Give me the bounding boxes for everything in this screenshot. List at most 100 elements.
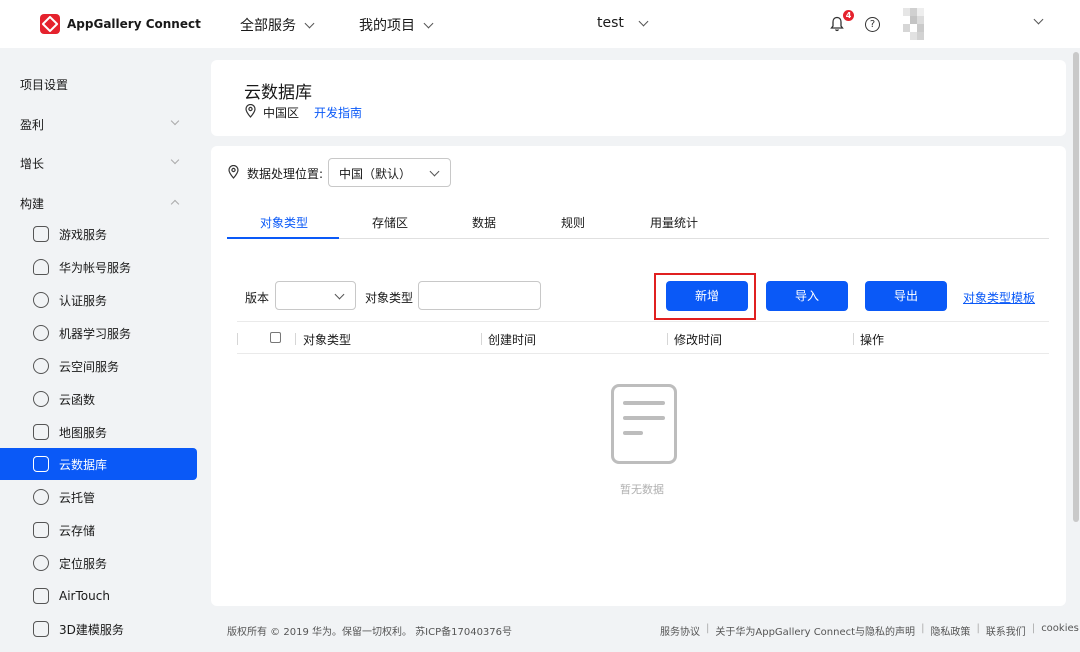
avatar[interactable] — [903, 8, 931, 40]
sidebar-item-label: 云函数 — [59, 392, 96, 407]
chevron-down-icon — [334, 289, 345, 300]
footer-links: 服务协议 | 关于华为AppGallery Connect与隐私的声明 | 隐私… — [660, 623, 1079, 638]
column-separator — [237, 333, 238, 345]
sidebar-group-monetize[interactable]: 盈利 — [20, 116, 44, 133]
sidebar: 项目设置 盈利 增长 构建 游戏服务 华为帐号服务 认证服务 机器学习服务 云空… — [0, 60, 210, 652]
tab-object-types[interactable]: 对象类型 — [260, 214, 308, 231]
column-separator — [667, 333, 668, 345]
tab-data[interactable]: 数据 — [472, 214, 496, 231]
sidebar-item-label: 地图服务 — [59, 425, 108, 440]
notification-badge: 4 — [843, 10, 854, 21]
bell-icon[interactable] — [830, 16, 844, 32]
sidebar-item-label: 3D建模服务 — [59, 622, 124, 637]
brand-name[interactable]: AppGallery Connect — [67, 17, 201, 31]
footer-link-cookies[interactable]: cookies — [1041, 623, 1079, 638]
column-separator — [853, 333, 854, 345]
top-bar: AppGallery Connect 全部服务 我的项目 test 4 ? — [0, 0, 1080, 48]
chevron-down-icon — [429, 166, 440, 177]
select-all-checkbox[interactable] — [270, 332, 281, 343]
help-icon[interactable]: ? — [865, 17, 880, 32]
sidebar-item-huawei-account[interactable]: 华为帐号服务 — [0, 251, 197, 283]
sidebar-item-cloud-space[interactable]: 云空间服务 — [0, 350, 197, 382]
sidebar-item-label: 云空间服务 — [59, 359, 120, 374]
column-created-time[interactable]: 创建时间 — [488, 331, 536, 348]
chevron-down-icon — [170, 116, 180, 126]
footer-link-privacy-statement[interactable]: 关于华为AppGallery Connect与隐私的声明 — [715, 623, 915, 638]
nav-my-projects[interactable]: 我的项目 — [359, 15, 434, 35]
sidebar-item-location-service[interactable]: 定位服务 — [0, 547, 197, 579]
user-icon — [33, 259, 49, 275]
dev-guide-link[interactable]: 开发指南 — [314, 104, 362, 121]
nav-all-services-label: 全部服务 — [240, 18, 296, 34]
sidebar-group-build[interactable]: 构建 — [20, 195, 44, 212]
sidebar-item-3d-modeling[interactable]: 3D建模服务 — [0, 613, 197, 645]
tab-usage-stats[interactable]: 用量统计 — [650, 214, 698, 231]
database-icon — [33, 456, 49, 472]
column-modified-time[interactable]: 修改时间 — [674, 331, 722, 348]
tab-storage-zone[interactable]: 存储区 — [372, 214, 408, 231]
image-icon — [33, 522, 49, 538]
object-type-template-link[interactable]: 对象类型模板 — [963, 289, 1035, 306]
sidebar-project-settings[interactable]: 项目设置 — [20, 76, 68, 93]
column-object-type[interactable]: 对象类型 — [303, 331, 351, 348]
version-label: 版本 — [245, 291, 270, 305]
data-location-value: 中国（默认） — [339, 167, 412, 181]
brain-icon — [33, 325, 49, 341]
sidebar-item-label: 定位服务 — [59, 556, 108, 571]
sidebar-item-game-service[interactable]: 游戏服务 — [0, 218, 197, 250]
sidebar-item-label: 云存储 — [59, 523, 96, 538]
chevron-up-icon — [170, 199, 180, 209]
footer-link-privacy-policy[interactable]: 隐私政策 — [930, 623, 970, 638]
sidebar-item-auth-service[interactable]: 认证服务 — [0, 284, 197, 316]
sidebar-item-airtouch[interactable]: AirTouch — [0, 580, 197, 612]
appgallery-logo-icon[interactable] — [40, 14, 60, 34]
airtouch-icon — [33, 588, 49, 604]
project-selector[interactable]: test — [597, 15, 649, 31]
location-pin-icon — [245, 104, 256, 118]
active-tab-indicator — [227, 237, 339, 239]
map-icon — [33, 424, 49, 440]
cloud-icon — [33, 358, 49, 374]
data-location-label: 数据处理位置: — [247, 167, 324, 181]
user-menu-chevron-icon[interactable] — [1033, 14, 1044, 25]
object-type-input[interactable] — [418, 281, 541, 310]
chevron-down-icon — [170, 155, 180, 165]
project-name: test — [597, 15, 624, 31]
footer-link-service-agreement[interactable]: 服务协议 — [660, 623, 700, 638]
location-pin-icon — [228, 165, 239, 179]
sidebar-item-label: 云数据库 — [59, 457, 108, 472]
sidebar-item-label: AirTouch — [59, 589, 110, 603]
sidebar-item-ml-kit[interactable]: 机器学习服务 — [0, 317, 197, 349]
sidebar-item-label: 游戏服务 — [59, 227, 108, 242]
tab-rules[interactable]: 规则 — [561, 214, 585, 231]
empty-state-text: 暂无数据 — [620, 483, 664, 496]
sidebar-item-cloud-hosting[interactable]: 云托管 — [0, 481, 197, 513]
export-button[interactable]: 导出 — [865, 281, 947, 311]
chevron-down-icon — [638, 16, 649, 26]
cloud-function-icon — [33, 391, 49, 407]
sidebar-item-label: 机器学习服务 — [59, 326, 132, 341]
tab-bar: 对象类型 存储区 数据 规则 用量统计 — [227, 214, 1049, 239]
sidebar-item-cloud-db[interactable]: 云数据库 — [0, 448, 197, 480]
sidebar-item-cloud-functions[interactable]: 云函数 — [0, 383, 197, 415]
add-button-highlight — [654, 273, 756, 320]
nav-all-services[interactable]: 全部服务 — [240, 15, 315, 35]
version-select[interactable] — [275, 281, 356, 310]
grid-icon — [33, 621, 49, 637]
chevron-down-icon — [423, 18, 434, 28]
sidebar-item-map-service[interactable]: 地图服务 — [0, 416, 197, 448]
data-location-select[interactable]: 中国（默认） — [328, 158, 451, 187]
sidebar-item-cloud-storage[interactable]: 云存储 — [0, 514, 197, 546]
page-title: 云数据库 — [244, 83, 312, 103]
import-button[interactable]: 导入 — [766, 281, 848, 311]
chevron-down-icon — [304, 18, 315, 28]
sidebar-group-grow[interactable]: 增长 — [20, 155, 44, 172]
region-label: 中国区 — [263, 106, 300, 120]
footer-link-contact-us[interactable]: 联系我们 — [986, 623, 1026, 638]
sidebar-item-label: 华为帐号服务 — [59, 260, 132, 275]
page-scrollbar[interactable] — [1073, 52, 1079, 522]
shield-check-icon — [33, 292, 49, 308]
main-panel: 数据处理位置: 中国（默认） 对象类型 存储区 数据 规则 用量统计 版本 对象… — [211, 146, 1066, 606]
column-separator — [481, 333, 482, 345]
globe-icon — [33, 489, 49, 505]
